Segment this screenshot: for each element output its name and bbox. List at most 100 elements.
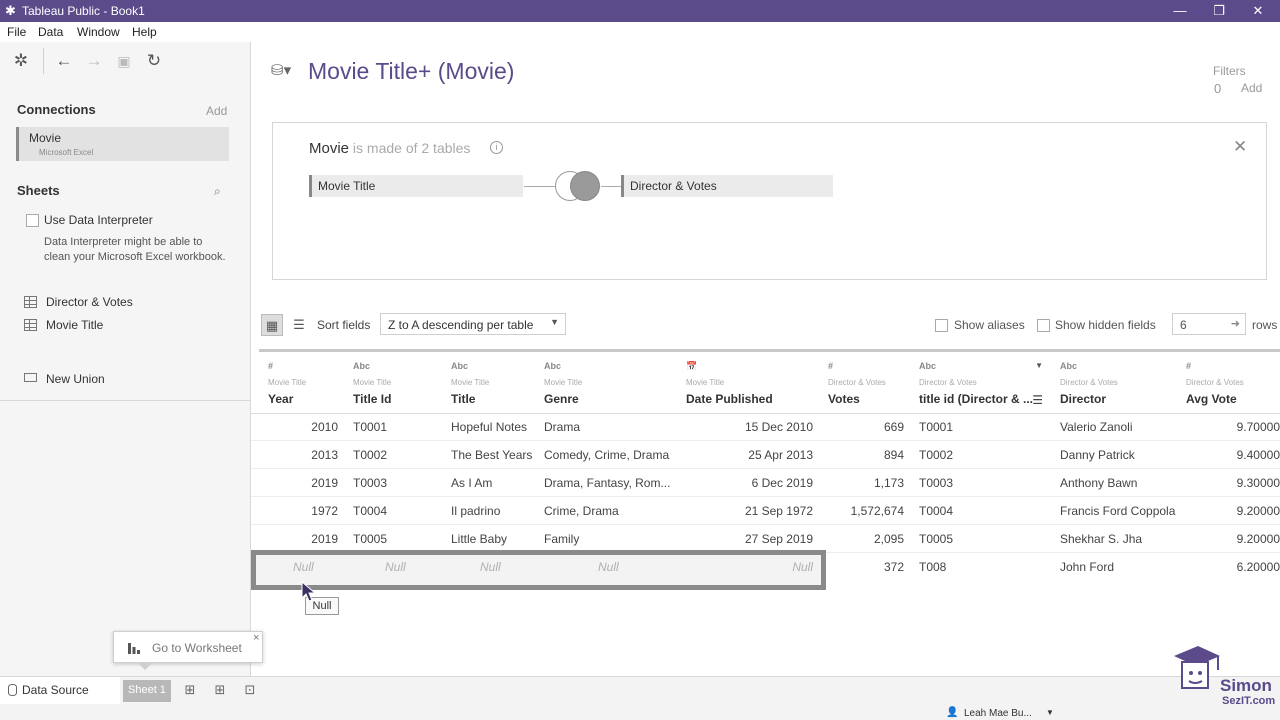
- union-icon: [24, 373, 37, 382]
- column-source: Movie Title: [451, 378, 490, 387]
- column-source: Movie Title: [544, 378, 583, 387]
- column-header-title[interactable]: Abc Movie Title Title: [451, 355, 536, 415]
- cell-title-id-dv: T0001: [919, 420, 954, 434]
- column-name: Title Id: [353, 392, 392, 406]
- table-row: 2019 T0003 As I Am Drama, Fantasy, Rom..…: [251, 469, 1280, 497]
- column-header-genre[interactable]: Abc Movie Title Genre: [544, 355, 674, 415]
- column-source: Director & Votes: [1060, 378, 1118, 387]
- type-date-icon[interactable]: 📅: [686, 361, 697, 372]
- close-window-button[interactable]: ✕: [1248, 2, 1268, 20]
- bar-chart-icon: [128, 643, 140, 654]
- show-aliases-checkbox[interactable]: [935, 319, 948, 332]
- popup-pointer: [137, 662, 153, 670]
- new-worksheet-icon[interactable]: ⊞: [181, 682, 199, 698]
- type-string-icon[interactable]: Abc: [544, 361, 561, 371]
- mouse-cursor-icon: [301, 581, 317, 602]
- search-icon[interactable]: ⌕: [214, 184, 221, 199]
- table-pill-label: Director & Votes: [630, 179, 717, 193]
- column-header-date-published[interactable]: 📅 Movie Title Date Published: [686, 355, 811, 415]
- type-string-icon[interactable]: Abc: [1060, 361, 1077, 371]
- column-name: Year: [268, 392, 294, 406]
- list-view-icon[interactable]: ☰: [288, 314, 310, 336]
- column-header-title-id-director-votes[interactable]: Abc ▼ Director & Votes title id (Directo…: [919, 355, 1043, 415]
- rows-input[interactable]: 6 ➜: [1172, 313, 1246, 335]
- menu-data[interactable]: Data: [38, 25, 63, 39]
- canvas-heading: Movie is made of 2 tables: [309, 140, 470, 157]
- sort-fields-value: Z to A descending per table: [388, 318, 534, 332]
- simon-sezit-watermark: Simon SezIT.com: [1160, 640, 1276, 710]
- cell-title-id: T0005: [353, 532, 388, 546]
- type-string-icon[interactable]: Abc: [919, 361, 936, 371]
- tableau-home-icon[interactable]: ✲: [10, 50, 32, 72]
- sheet-tab[interactable]: Sheet 1: [123, 680, 171, 702]
- show-hidden-fields-checkbox[interactable]: [1037, 319, 1050, 332]
- column-header-director[interactable]: Abc Director & Votes Director: [1060, 355, 1170, 415]
- window-title: Tableau Public - Book1: [22, 4, 145, 18]
- filters-count: 0: [1214, 81, 1222, 96]
- new-story-icon[interactable]: ⊡: [241, 682, 259, 698]
- cell-director: Francis Ford Coppola: [1060, 504, 1176, 518]
- menu-help[interactable]: Help: [132, 25, 157, 39]
- data-source-tab[interactable]: Data Source: [0, 677, 120, 704]
- table-row: 2010 T0001 Hopeful Notes Drama 15 Dec 20…: [251, 413, 1280, 441]
- menu-window[interactable]: Window: [77, 25, 120, 39]
- type-string-icon[interactable]: Abc: [353, 361, 370, 371]
- cell-title-id: T0003: [353, 476, 388, 490]
- arrow-right-icon[interactable]: ➜: [1231, 317, 1240, 330]
- cell-genre: Comedy, Crime, Drama: [544, 448, 670, 462]
- sheet-tab-bar: Data Source Sheet 1 ⊞ ⊞ ⊡: [0, 676, 1280, 704]
- menu-file[interactable]: File: [7, 25, 26, 39]
- cell-title-id-dv: T0002: [919, 448, 954, 462]
- cell-year: 2010: [311, 420, 338, 434]
- type-string-icon[interactable]: Abc: [451, 361, 468, 371]
- chevron-down-icon[interactable]: ▼: [1046, 708, 1054, 717]
- add-connection-link[interactable]: Add: [206, 104, 227, 118]
- sort-fields-select[interactable]: Z to A descending per table ▼: [380, 313, 566, 335]
- table-pill-label: Movie Title: [318, 179, 376, 193]
- column-header-votes[interactable]: # Director & Votes Votes: [828, 355, 903, 415]
- cell-title: Il padrino: [451, 504, 501, 518]
- new-dashboard-icon[interactable]: ⊞: [211, 682, 229, 698]
- cell-votes: 1,173: [873, 476, 904, 490]
- refresh-icon[interactable]: ↻: [143, 50, 165, 72]
- datasource-icon[interactable]: ⛁▾: [271, 61, 295, 79]
- data-grid[interactable]: # Movie Title Year Abc Movie Title Title…: [251, 349, 1280, 599]
- save-icon[interactable]: ▣: [113, 50, 135, 72]
- go-to-worksheet-popup[interactable]: Go to Worksheet ×: [113, 631, 263, 663]
- type-number-icon[interactable]: #: [268, 361, 273, 371]
- type-number-icon[interactable]: #: [828, 361, 833, 371]
- back-arrow-icon[interactable]: ←: [53, 50, 75, 72]
- use-data-interpreter-label: Use Data Interpreter: [44, 213, 153, 227]
- use-data-interpreter-checkbox[interactable]: [26, 214, 39, 227]
- add-filter-link[interactable]: Add: [1241, 81, 1262, 95]
- close-icon[interactable]: ✕: [1233, 137, 1247, 157]
- type-number-icon[interactable]: #: [1186, 361, 1191, 371]
- column-source: Movie Title: [353, 378, 392, 387]
- table-icon: [24, 319, 37, 331]
- grid-view-icon[interactable]: ▦: [261, 314, 283, 336]
- cell-genre: Family: [544, 532, 580, 546]
- toolbar-separator: [43, 48, 44, 74]
- table-pill-movie-title[interactable]: Movie Title: [309, 175, 523, 197]
- connection-item[interactable]: Movie Microsoft Excel: [16, 127, 229, 161]
- datasource-title[interactable]: Movie Title+ (Movie): [308, 58, 514, 85]
- column-source: Director & Votes: [919, 378, 977, 387]
- user-name[interactable]: Leah Mae Bu...: [964, 708, 1032, 719]
- chevron-down-icon[interactable]: ▼: [1035, 361, 1043, 370]
- close-icon[interactable]: ×: [253, 632, 259, 644]
- cell-title-id: T0001: [353, 420, 388, 434]
- sort-descending-icon[interactable]: ☰: [1032, 393, 1043, 407]
- forward-arrow-icon[interactable]: →: [83, 50, 105, 72]
- left-panel: ✲ ← → ▣ ↻ Connections Add Movie Microsof…: [0, 42, 251, 676]
- column-header-avg-vote[interactable]: # Director & Votes Avg Vote: [1186, 355, 1280, 415]
- column-header-title-id[interactable]: Abc Movie Title Title Id: [353, 355, 438, 415]
- table-pill-director-votes[interactable]: Director & Votes: [621, 175, 833, 197]
- sheet-label: Movie Title: [46, 318, 104, 332]
- info-icon[interactable]: i: [490, 141, 503, 154]
- join-venn-right-icon[interactable]: [570, 171, 600, 201]
- relationship-canvas[interactable]: Movie is made of 2 tables i ✕ Movie Titl…: [272, 122, 1267, 280]
- column-header-year[interactable]: # Movie Title Year: [268, 355, 338, 415]
- cell-title-id-dv: T0004: [919, 504, 954, 518]
- restore-button[interactable]: ❐: [1209, 2, 1229, 20]
- minimize-button[interactable]: —: [1170, 2, 1190, 20]
